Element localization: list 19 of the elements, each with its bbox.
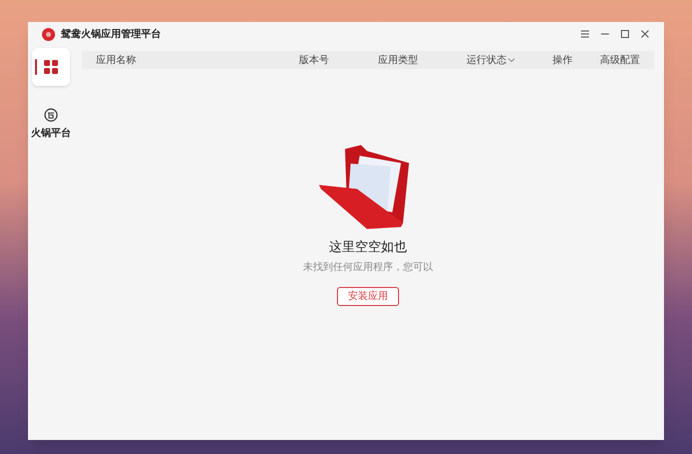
empty-title: 这里空空如也 <box>329 238 407 256</box>
column-header: 应用类型 <box>378 54 418 68</box>
sidebar-item[interactable]: 火锅平台 <box>32 96 70 153</box>
column-header: 版本号 <box>299 54 330 68</box>
column-header: 操作 <box>552 54 572 68</box>
pot-icon <box>44 108 58 122</box>
close-icon[interactable] <box>640 29 650 39</box>
logo-icon <box>42 28 55 40</box>
chevron-down-icon <box>508 58 515 62</box>
empty-message: 未找到任何应用程序，您可以 <box>303 260 433 274</box>
apps-grid-icon <box>44 60 58 74</box>
column-header[interactable]: 运行状态 <box>466 52 515 68</box>
maximize-icon[interactable] <box>620 29 630 39</box>
install-app-button[interactable]: 安装应用 <box>337 286 399 306</box>
menu-icon[interactable] <box>580 29 590 39</box>
column-header: 应用名称 <box>96 54 136 68</box>
window-title: 鸳鸯火锅应用管理平台 <box>61 27 161 42</box>
column-header: 高级配置 <box>600 54 640 68</box>
sidebar-item[interactable] <box>32 48 70 86</box>
